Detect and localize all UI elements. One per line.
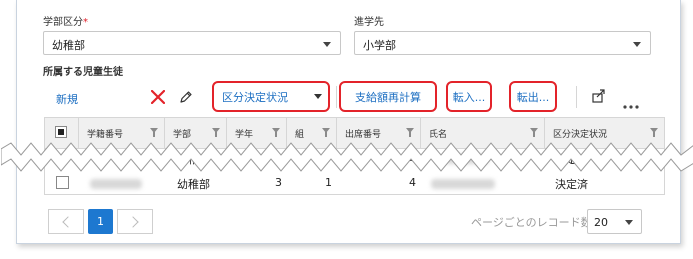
recalculate-label: 支給額再計算	[355, 91, 421, 104]
chevron-down-icon	[323, 42, 331, 47]
chevron-down-icon	[633, 42, 641, 47]
row-class: 1	[325, 176, 332, 189]
export-icon[interactable]	[591, 88, 607, 104]
filter-icon[interactable]	[212, 128, 220, 137]
filter-icon[interactable]	[406, 128, 414, 137]
redacted-student-id	[90, 179, 142, 189]
redacted-name	[431, 179, 495, 189]
grade-category-select[interactable]: 幼稚部	[43, 31, 341, 55]
chevron-down-icon	[625, 220, 633, 225]
prev-page-button[interactable]	[48, 209, 84, 234]
filter-icon[interactable]	[272, 128, 280, 137]
transfer-out-button[interactable]: 転出...	[512, 84, 554, 108]
chevron-down-icon	[314, 94, 322, 99]
filter-icon[interactable]	[530, 128, 538, 137]
chevron-left-icon	[62, 216, 74, 228]
status-filter-label: 区分決定状況	[222, 91, 288, 104]
new-button[interactable]: 新規	[56, 91, 78, 107]
page-size-label: ページごとのレコード数	[471, 216, 592, 229]
transfer-in-label: 転入...	[452, 91, 486, 104]
toolbar-divider	[576, 86, 577, 108]
recalculate-button[interactable]: 支給額再計算	[343, 84, 433, 108]
select-all-checkbox[interactable]	[55, 126, 67, 138]
edit-pencil-icon[interactable]	[179, 89, 193, 103]
delete-icon[interactable]	[150, 89, 166, 105]
destination-select[interactable]: 小学部	[354, 31, 651, 55]
more-options-icon[interactable]	[623, 94, 639, 109]
page-size-select[interactable]: 20	[587, 209, 642, 234]
row-seat: 4	[409, 176, 416, 189]
page-1-button[interactable]: 1	[88, 209, 113, 234]
filter-icon[interactable]	[650, 128, 658, 137]
torn-edge	[1, 142, 693, 172]
transfer-in-button[interactable]: 転入...	[449, 84, 489, 108]
grade-category-label: 学部区分*	[43, 17, 88, 28]
filter-icon[interactable]	[322, 128, 330, 137]
destination-label: 進学先	[354, 17, 384, 28]
row-department: 幼稚部	[177, 178, 210, 191]
row-grade: 3	[275, 176, 282, 189]
grade-category-value: 幼稚部	[52, 39, 85, 52]
row-status: 決定済	[555, 178, 588, 191]
filter-icon[interactable]	[150, 128, 158, 137]
row-checkbox[interactable]	[56, 176, 69, 189]
next-page-button[interactable]	[117, 209, 153, 234]
page-size-value: 20	[594, 216, 608, 229]
section-title: 所属する児童生徒	[43, 67, 123, 78]
chevron-right-icon	[127, 216, 139, 228]
status-filter-dropdown[interactable]: 区分決定状況	[217, 84, 324, 108]
transfer-out-label: 転出...	[516, 91, 550, 104]
toolbar-divider	[336, 86, 337, 108]
destination-value: 小学部	[363, 39, 396, 52]
required-mark: *	[83, 17, 88, 28]
form-panel: 学部区分* 幼稚部 進学先 小学部 所属する児童生徒 新規 区分決定状況 支給額…	[1, 0, 693, 244]
